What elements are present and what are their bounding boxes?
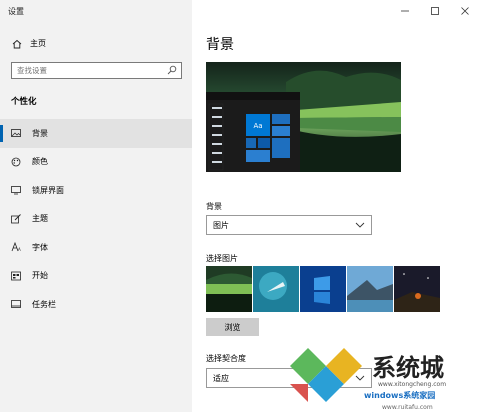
watermark-site: www.ruitafu.com (382, 404, 433, 411)
sidebar-item-taskbar[interactable]: 任务栏 (0, 290, 192, 319)
thumbnail-5[interactable] (394, 266, 440, 312)
sidebar-item-label: 背景 (32, 128, 48, 138)
sidebar-item-fonts[interactable]: A 字体 (0, 233, 192, 262)
thumbnail-2[interactable] (253, 266, 299, 312)
background-dropdown-value: 图片 (213, 220, 229, 230)
sidebar-item-label: 任务栏 (32, 299, 56, 309)
caption-buttons (390, 0, 480, 22)
sidebar-item-themes[interactable]: 主题 (0, 205, 192, 234)
watermark-brand: 系统城 (372, 354, 444, 382)
picture-thumbnails (206, 266, 440, 312)
watermark-url: www.xitongcheng.com (378, 381, 446, 388)
sidebar-item-background[interactable]: 背景 (0, 119, 192, 148)
sidebar-item-label: 开始 (32, 271, 48, 281)
close-icon[interactable] (450, 0, 480, 22)
thumbnail-3[interactable] (300, 266, 346, 312)
choose-picture-label: 选择图片 (206, 254, 238, 263)
thumbnail-4[interactable] (347, 266, 393, 312)
sidebar-item-label: 颜色 (32, 157, 48, 167)
search-input[interactable] (12, 63, 167, 78)
background-preview: Aa (206, 62, 401, 172)
search-icon[interactable] (167, 65, 177, 77)
image-icon (11, 128, 21, 138)
watermark-windows: windows系统家园 (364, 390, 435, 400)
sidebar-item-colors[interactable]: 颜色 (0, 148, 192, 177)
home-label: 主页 (30, 39, 46, 48)
sidebar-item-lock-screen[interactable]: 锁屏界面 (0, 176, 192, 205)
svg-text:A: A (18, 247, 21, 252)
start-icon (11, 271, 21, 281)
settings-window: 设置 主页 个性化 背景 (0, 0, 480, 412)
browse-button[interactable]: 浏览 (206, 318, 259, 336)
minimize-icon[interactable] (390, 0, 420, 22)
home-icon (12, 39, 22, 49)
sidebar: 设置 主页 个性化 背景 (0, 0, 192, 412)
lock-screen-icon (11, 185, 21, 195)
brush-icon (11, 213, 21, 224)
chevron-down-icon (355, 221, 365, 230)
background-dropdown[interactable]: 图片 (206, 215, 372, 235)
sidebar-item-start[interactable]: 开始 (0, 262, 192, 291)
background-label: 背景 (206, 202, 222, 211)
sidebar-item-label: 锁屏界面 (32, 185, 64, 195)
window-title: 设置 (8, 7, 24, 16)
preview-image: Aa (206, 62, 401, 172)
nav-list: 背景 颜色 锁屏界面 主题 A 字体 开始 任务栏 (0, 119, 192, 319)
maximize-icon[interactable] (420, 0, 450, 22)
fit-label: 选择契合度 (206, 354, 246, 363)
taskbar-icon (11, 299, 21, 309)
page-title: 背景 (206, 37, 234, 53)
home-link[interactable]: 主页 (12, 38, 46, 49)
watermark: 系统城 www.xitongcheng.com windows系统家园 www.… (286, 336, 480, 412)
section-title: 个性化 (11, 97, 37, 107)
font-icon: A (11, 242, 21, 252)
search-box[interactable] (11, 62, 182, 79)
fit-dropdown-value: 适应 (213, 373, 229, 383)
thumbnail-1[interactable] (206, 266, 252, 312)
sidebar-item-label: 字体 (32, 242, 48, 252)
palette-icon (11, 157, 21, 167)
sidebar-item-label: 主题 (32, 214, 48, 224)
windows-logo-icon (290, 348, 362, 402)
preview-tile-text: Aa (253, 122, 262, 130)
